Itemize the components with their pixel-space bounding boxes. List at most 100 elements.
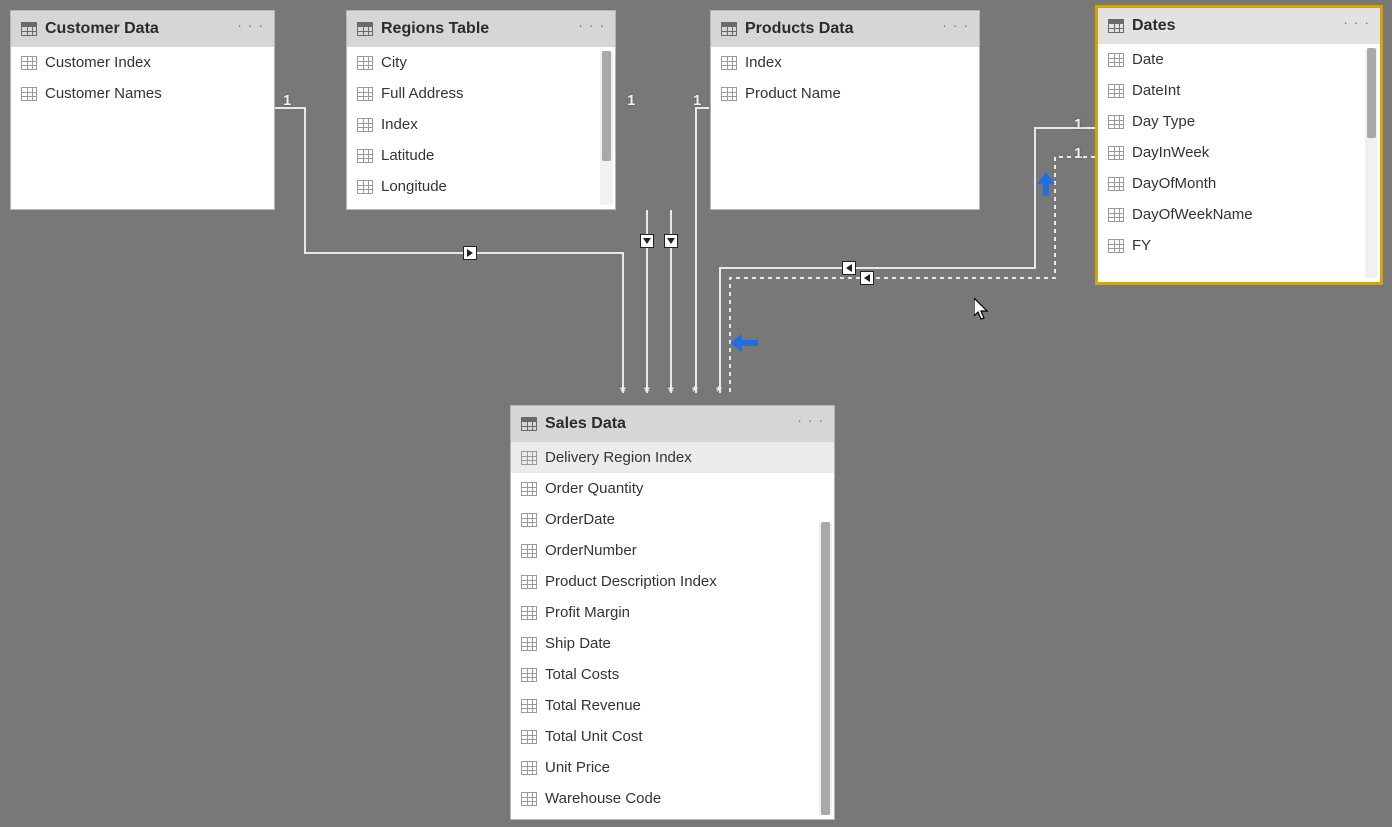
field-row[interactable]: Total Costs: [511, 659, 834, 690]
field-icon: [721, 87, 737, 101]
scrollbar-thumb[interactable]: [602, 51, 611, 161]
table-header[interactable]: Customer Data · · ·: [11, 11, 274, 47]
field-row[interactable]: City: [347, 47, 615, 78]
field-row[interactable]: Order Quantity: [511, 473, 834, 504]
field-icon: [1108, 146, 1124, 160]
field-row[interactable]: Longitude: [347, 171, 615, 202]
field-label: DayOfWeekName: [1132, 206, 1253, 223]
field-row[interactable]: Product Description Index: [511, 566, 834, 597]
field-label: Total Unit Cost: [545, 728, 643, 745]
table-icon: [21, 22, 37, 36]
field-icon: [521, 482, 537, 496]
field-list: Delivery Region Index Order Quantity Ord…: [511, 442, 834, 819]
field-list: Date DateInt Day Type DayInWeek DayOfMon…: [1098, 44, 1380, 282]
field-label: Profit Margin: [545, 604, 630, 621]
field-row[interactable]: Day Type: [1098, 106, 1380, 137]
table-menu-button[interactable]: · · ·: [942, 17, 969, 33]
cursor-icon: [974, 298, 992, 322]
annotation-arrow-left-icon: [730, 334, 758, 357]
field-label: Date: [1132, 51, 1164, 68]
field-row[interactable]: DateInt: [1098, 75, 1380, 106]
cardinality-one: 1: [283, 92, 291, 109]
field-label: Warehouse Code: [545, 790, 661, 807]
field-icon: [1108, 177, 1124, 191]
field-row[interactable]: DayOfWeekName: [1098, 199, 1380, 230]
cardinality-many: *: [692, 383, 698, 400]
table-title: Dates: [1132, 17, 1176, 35]
field-label: Order Quantity: [545, 480, 643, 497]
table-menu-button[interactable]: · · ·: [237, 17, 264, 33]
field-row[interactable]: Customer Names: [11, 78, 274, 109]
field-row[interactable]: Unit Price: [511, 752, 834, 783]
field-icon: [357, 118, 373, 132]
table-header[interactable]: Products Data · · ·: [711, 11, 979, 47]
field-icon: [521, 513, 537, 527]
field-list: City Full Address Index Latitude Longitu…: [347, 47, 615, 209]
table-products[interactable]: Products Data · · · Index Product Name: [710, 10, 980, 210]
field-label: FY: [1132, 237, 1151, 254]
field-icon: [521, 575, 537, 589]
table-menu-button[interactable]: · · ·: [797, 412, 824, 428]
table-menu-button[interactable]: · · ·: [578, 17, 605, 33]
cardinality-one: 1: [627, 92, 635, 109]
table-dates[interactable]: Dates · · · Date DateInt Day Type DayInW…: [1095, 5, 1383, 285]
table-header[interactable]: Sales Data · · ·: [511, 406, 834, 442]
field-row[interactable]: Warehouse Code: [511, 783, 834, 814]
field-row[interactable]: Index: [711, 47, 979, 78]
field-label: City: [381, 54, 407, 71]
field-label: Longitude: [381, 178, 447, 195]
scrollbar[interactable]: [1365, 48, 1378, 278]
cardinality-many: *: [668, 383, 674, 400]
field-row[interactable]: Latitude: [347, 140, 615, 171]
field-icon: [1108, 208, 1124, 222]
field-label: Index: [381, 116, 418, 133]
field-label: Product Name: [745, 85, 841, 102]
cardinality-many: *: [716, 383, 722, 400]
table-icon: [721, 22, 737, 36]
field-label: Day Type: [1132, 113, 1195, 130]
field-label: DayOfMonth: [1132, 175, 1216, 192]
table-customer-data[interactable]: Customer Data · · · Customer Index Custo…: [10, 10, 275, 210]
scrollbar[interactable]: [600, 51, 613, 205]
field-row[interactable]: Profit Margin: [511, 597, 834, 628]
field-label: Index: [745, 54, 782, 71]
table-title: Regions Table: [381, 20, 489, 38]
cardinality-many: *: [644, 383, 650, 400]
field-icon: [521, 637, 537, 651]
field-row[interactable]: Customer Index: [11, 47, 274, 78]
field-icon: [357, 149, 373, 163]
field-icon: [521, 606, 537, 620]
filter-direction-icon: [640, 234, 654, 248]
filter-direction-icon: [860, 271, 874, 285]
field-label: DayInWeek: [1132, 144, 1209, 161]
field-icon: [521, 730, 537, 744]
field-icon: [1108, 84, 1124, 98]
field-row[interactable]: Date: [1098, 44, 1380, 75]
table-regions[interactable]: Regions Table · · · City Full Address In…: [346, 10, 616, 210]
field-row[interactable]: Total Unit Cost: [511, 721, 834, 752]
field-row[interactable]: Delivery Region Index: [511, 442, 834, 473]
field-label: Unit Price: [545, 759, 610, 776]
table-header[interactable]: Regions Table · · ·: [347, 11, 615, 47]
field-row[interactable]: DayInWeek: [1098, 137, 1380, 168]
scrollbar[interactable]: [819, 522, 832, 815]
table-sales[interactable]: Sales Data · · · Delivery Region Index O…: [510, 405, 835, 820]
field-label: OrderNumber: [545, 542, 637, 559]
field-label: Product Description Index: [545, 573, 717, 590]
field-row[interactable]: Ship Date: [511, 628, 834, 659]
scrollbar-thumb[interactable]: [1367, 48, 1376, 138]
field-label: DateInt: [1132, 82, 1180, 99]
field-row[interactable]: Product Name: [711, 78, 979, 109]
field-row[interactable]: Index: [347, 109, 615, 140]
field-row[interactable]: OrderNumber: [511, 535, 834, 566]
field-row[interactable]: Total Revenue: [511, 690, 834, 721]
field-row[interactable]: Full Address: [347, 78, 615, 109]
table-menu-button[interactable]: · · ·: [1343, 14, 1370, 30]
field-label: Latitude: [381, 147, 434, 164]
field-row[interactable]: FY: [1098, 230, 1380, 261]
scrollbar-thumb[interactable]: [821, 522, 830, 815]
field-row[interactable]: DayOfMonth: [1098, 168, 1380, 199]
table-header[interactable]: Dates · · ·: [1098, 8, 1380, 44]
field-row[interactable]: OrderDate: [511, 504, 834, 535]
field-label: Customer Index: [45, 54, 151, 71]
